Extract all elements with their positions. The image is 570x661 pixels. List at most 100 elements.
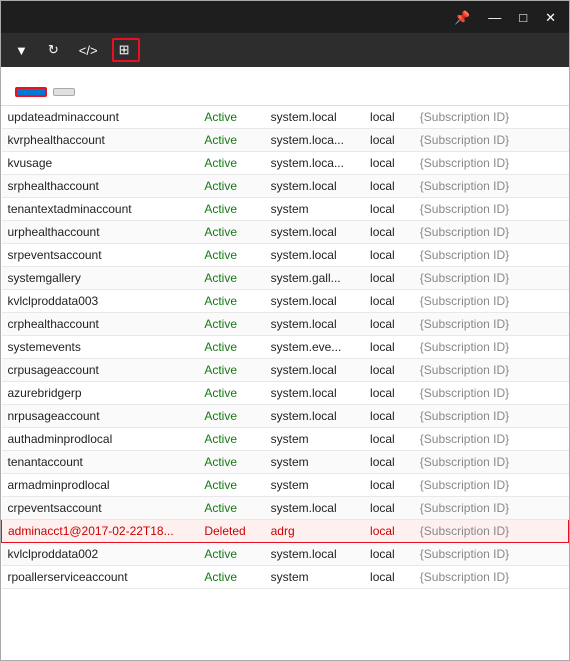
table-wrapper[interactable]: updateadminaccount Active system.local l… — [1, 106, 569, 660]
account-subscription: {Subscription ID} — [414, 198, 569, 221]
cancel-button[interactable] — [53, 88, 75, 96]
account-status: Active — [198, 244, 264, 267]
refresh-button[interactable]: ↻ — [42, 39, 69, 61]
table-row[interactable]: armadminprodlocal Active system local {S… — [2, 474, 569, 497]
account-subscription: {Subscription ID} — [414, 152, 569, 175]
pin-icon[interactable]: 📌 — [449, 9, 475, 26]
account-location: local — [364, 543, 414, 566]
account-name: kvrphealthaccount — [2, 129, 199, 152]
table-row[interactable]: kvlclproddata002 Active system.local loc… — [2, 543, 569, 566]
account-location: local — [364, 566, 414, 589]
account-subscription: {Subscription ID} — [414, 566, 569, 589]
account-system: system — [265, 198, 364, 221]
table-row[interactable]: azurebridgerp Active system.local local … — [2, 382, 569, 405]
table-row[interactable]: crphealthaccount Active system.local loc… — [2, 313, 569, 336]
table-row[interactable]: kvusage Active system.loca... local {Sub… — [2, 152, 569, 175]
account-location: local — [364, 106, 414, 129]
account-system: system.local — [265, 175, 364, 198]
account-system: system.local — [265, 221, 364, 244]
account-system: system.local — [265, 382, 364, 405]
account-name: crphealthaccount — [2, 313, 199, 336]
close-button[interactable]: ✕ — [540, 9, 561, 26]
table-row[interactable]: systemevents Active system.eve... local … — [2, 336, 569, 359]
account-subscription: {Subscription ID} — [414, 175, 569, 198]
account-system: adrg — [265, 520, 364, 543]
account-location: local — [364, 428, 414, 451]
table-row[interactable]: systemgallery Active system.gall... loca… — [2, 267, 569, 290]
table-row[interactable]: nrpusageaccount Active system.local loca… — [2, 405, 569, 428]
title-bar-controls: 📌 — □ ✕ — [449, 9, 561, 26]
account-location: local — [364, 359, 414, 382]
account-subscription: {Subscription ID} — [414, 313, 569, 336]
account-name: crpeventsaccount — [2, 497, 199, 520]
account-system: system.local — [265, 290, 364, 313]
account-name: nrpusageaccount — [2, 405, 199, 428]
account-name: srphealthaccount — [2, 175, 199, 198]
maximize-button[interactable]: □ — [514, 9, 532, 26]
table-row[interactable]: kvlclproddata003 Active system.local loc… — [2, 290, 569, 313]
reclaim-icon: ⊞ — [119, 42, 130, 58]
account-status: Active — [198, 474, 264, 497]
reclaim-space-button[interactable]: ⊞ — [112, 38, 141, 62]
account-subscription: {Subscription ID} — [414, 382, 569, 405]
table-row[interactable]: crpusageaccount Active system.local loca… — [2, 359, 569, 382]
table-row[interactable]: srpeventsaccount Active system.local loc… — [2, 244, 569, 267]
account-name: azurebridgerp — [2, 382, 199, 405]
account-location: local — [364, 129, 414, 152]
account-location: local — [364, 405, 414, 428]
account-system: system.local — [265, 244, 364, 267]
account-subscription: {Subscription ID} — [414, 290, 569, 313]
account-location: local — [364, 474, 414, 497]
table-row[interactable]: tenantaccount Active system local {Subsc… — [2, 451, 569, 474]
account-status: Active — [198, 198, 264, 221]
account-status: Active — [198, 290, 264, 313]
account-status: Active — [198, 313, 264, 336]
account-location: local — [364, 382, 414, 405]
filter-button[interactable]: ▼ — [9, 40, 38, 61]
account-location: local — [364, 290, 414, 313]
account-system: system.loca... — [265, 152, 364, 175]
account-system: system.local — [265, 313, 364, 336]
account-status: Active — [198, 543, 264, 566]
table-row[interactable]: authadminprodlocal Active system local {… — [2, 428, 569, 451]
account-subscription: {Subscription ID} — [414, 451, 569, 474]
account-subscription: {Subscription ID} — [414, 428, 569, 451]
account-system: system — [265, 566, 364, 589]
account-location: local — [364, 451, 414, 474]
account-name: systemevents — [2, 336, 199, 359]
table-row[interactable]: srphealthaccount Active system.local loc… — [2, 175, 569, 198]
account-system: system.local — [265, 497, 364, 520]
view-api-button[interactable]: </> — [73, 40, 108, 61]
table-row[interactable]: urphealthaccount Active system.local loc… — [2, 221, 569, 244]
account-status: Active — [198, 451, 264, 474]
minimize-button[interactable]: — — [483, 9, 506, 26]
account-name: kvusage — [2, 152, 199, 175]
account-status: Active — [198, 175, 264, 198]
table-row[interactable]: kvrphealthaccount Active system.loca... … — [2, 129, 569, 152]
account-system: system — [265, 451, 364, 474]
account-status: Active — [198, 497, 264, 520]
account-location: local — [364, 221, 414, 244]
account-subscription: {Subscription ID} — [414, 474, 569, 497]
account-name: tenantaccount — [2, 451, 199, 474]
table-row[interactable]: tenantextadminaccount Active system loca… — [2, 198, 569, 221]
account-system: system.local — [265, 359, 364, 382]
account-location: local — [364, 244, 414, 267]
table-row[interactable]: crpeventsaccount Active system.local loc… — [2, 497, 569, 520]
account-system: system — [265, 474, 364, 497]
content-area: updateadminaccount Active system.local l… — [1, 67, 569, 660]
table-row[interactable]: updateadminaccount Active system.local l… — [2, 106, 569, 129]
account-subscription: {Subscription ID} — [414, 405, 569, 428]
storage-accounts-table: updateadminaccount Active system.local l… — [1, 106, 569, 589]
account-system: system.loca... — [265, 129, 364, 152]
ok-button[interactable] — [15, 87, 47, 97]
table-row[interactable]: adminacct1@2017-02-22T18... Deleted adrg… — [2, 520, 569, 543]
account-name: rpoallerserviceaccount — [2, 566, 199, 589]
table-row[interactable]: rpoallerserviceaccount Active system loc… — [2, 566, 569, 589]
account-name: updateadminaccount — [2, 106, 199, 129]
account-name: kvlclproddata003 — [2, 290, 199, 313]
account-location: local — [364, 175, 414, 198]
account-status: Active — [198, 566, 264, 589]
account-name: tenantextadminaccount — [2, 198, 199, 221]
account-subscription: {Subscription ID} — [414, 129, 569, 152]
